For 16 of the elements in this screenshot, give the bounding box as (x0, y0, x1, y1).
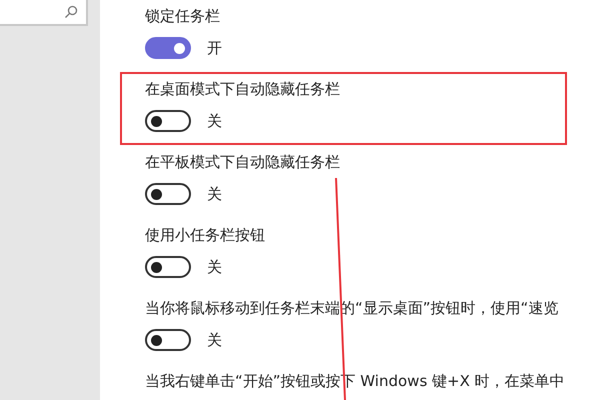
toggle-state: 关 (207, 112, 222, 130)
search-field[interactable] (0, 0, 88, 26)
setting-label: 在桌面模式下自动隐藏任务栏 (145, 79, 340, 100)
search-icon (64, 5, 78, 19)
toggle-state: 关 (207, 258, 222, 276)
setting-label: 在平板模式下自动隐藏任务栏 (145, 152, 340, 173)
toggle-state: 关 (207, 330, 222, 350)
toggle-switch[interactable] (145, 110, 191, 132)
setting-label: 锁定任务栏 (145, 6, 220, 27)
toggle-switch[interactable] (145, 256, 191, 278)
toggle-switch[interactable] (145, 37, 191, 59)
toggle-state: 关 (207, 184, 222, 204)
toggle-switch[interactable] (145, 183, 191, 205)
toggle-switch[interactable] (145, 329, 191, 351)
toggle-state: 开 (207, 38, 222, 58)
setting-label: 使用小任务栏按钮 (145, 225, 265, 246)
